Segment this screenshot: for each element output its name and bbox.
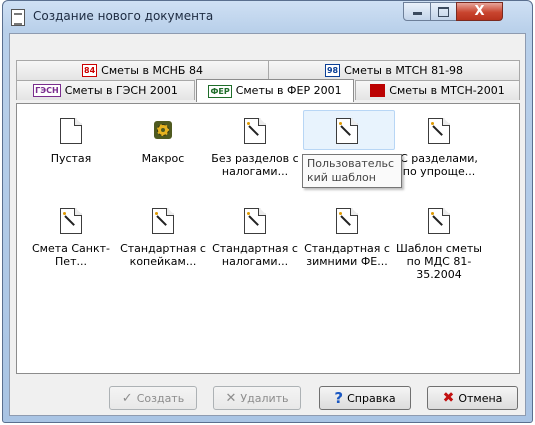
tab-label: Сметы в МТСН 81-98 bbox=[344, 63, 464, 77]
mtsn-98-icon: 98 bbox=[324, 64, 341, 77]
template-wizard-icon bbox=[244, 208, 266, 234]
template-item-standard-taxes[interactable]: Стандартная с налогами... bbox=[209, 208, 301, 268]
tab-mtsn-81-98[interactable]: 98 Сметы в МТСН 81-98 bbox=[268, 60, 520, 80]
template-label: Стандартная с зимними ФЕ... bbox=[304, 242, 390, 268]
template-item-spb[interactable]: Смета Санкт-Пет... bbox=[25, 208, 117, 268]
template-item-user-template[interactable] bbox=[301, 110, 395, 150]
template-label: Пустая bbox=[50, 152, 92, 165]
tab-gesn-2001[interactable]: ГЭСН Сметы в ГЭСН 2001 bbox=[16, 80, 195, 100]
template-wizard-icon bbox=[152, 208, 174, 234]
template-wizard-icon bbox=[60, 208, 82, 234]
minimize-icon bbox=[412, 12, 422, 15]
template-label: Макрос bbox=[141, 152, 185, 165]
template-label: С разделами, по упроще... bbox=[400, 152, 478, 178]
tab-label: Сметы в МТСН-2001 bbox=[389, 83, 505, 97]
app-document-icon bbox=[11, 9, 25, 26]
delete-x-icon: ✕ bbox=[225, 390, 237, 406]
dialog-body: 84 Сметы в МСНБ 84 98 Сметы в МТСН 81-98… bbox=[9, 33, 526, 416]
new-document-dialog: Создание нового документа X 84 Сметы в М… bbox=[2, 0, 533, 423]
template-item-blank[interactable]: Пустая bbox=[25, 118, 117, 165]
checkmark-icon: ✓ bbox=[121, 390, 133, 406]
tab-mtsn-2001[interactable]: Сметы в МТСН-2001 bbox=[355, 80, 520, 100]
template-list: Пустая Макрос Без разделов с налогами...… bbox=[16, 103, 520, 374]
tab-msnb-84[interactable]: 84 Сметы в МСНБ 84 bbox=[16, 60, 269, 80]
cancel-x-icon: ✖ bbox=[442, 390, 455, 406]
close-icon: X bbox=[474, 4, 485, 19]
minimize-button[interactable] bbox=[403, 2, 431, 21]
cancel-button[interactable]: ✖ Отмена bbox=[427, 386, 518, 410]
template-wizard-icon bbox=[428, 118, 450, 144]
macro-gear-icon bbox=[152, 118, 174, 144]
tab-label: Сметы в ФЕР 2001 bbox=[235, 84, 342, 97]
create-button[interactable]: ✓ Создать bbox=[109, 386, 197, 410]
tab-label: Сметы в МСНБ 84 bbox=[101, 63, 203, 77]
delete-button-label: Удалить bbox=[240, 391, 289, 405]
cancel-button-label: Отмена bbox=[458, 391, 503, 405]
window-title: Создание нового документа bbox=[33, 9, 214, 23]
help-button-label: Справка bbox=[347, 391, 396, 405]
template-label: Стандартная с налогами... bbox=[212, 242, 298, 268]
msnb-84-icon: 84 bbox=[82, 64, 98, 77]
template-wizard-icon bbox=[303, 110, 395, 150]
tooltip: Пользовательский шаблон bbox=[302, 154, 402, 188]
template-wizard-icon bbox=[428, 208, 450, 234]
maximize-button[interactable] bbox=[430, 2, 457, 21]
template-wizard-icon bbox=[336, 208, 358, 234]
template-item-sections-simplified[interactable]: С разделами, по упроще... bbox=[393, 118, 485, 178]
template-item-no-sections-taxes[interactable]: Без разделов с налогами... bbox=[209, 118, 301, 178]
tab-label: Сметы в ГЭСН 2001 bbox=[64, 83, 178, 97]
gesn-icon: ГЭСН bbox=[33, 84, 61, 97]
mtsn-2001-icon bbox=[370, 84, 386, 97]
title-bar[interactable]: Создание нового документа X bbox=[3, 1, 532, 33]
template-item-standard-kopecks[interactable]: Стандартная с копейкам... bbox=[117, 208, 209, 268]
template-wizard-icon bbox=[244, 118, 266, 144]
close-button[interactable]: X bbox=[456, 2, 503, 21]
help-button[interactable]: ? Справка bbox=[319, 386, 411, 410]
template-label: Смета Санкт-Пет... bbox=[31, 242, 111, 268]
delete-button[interactable]: ✕ Удалить bbox=[213, 386, 301, 410]
template-item-macro[interactable]: Макрос bbox=[117, 118, 209, 165]
help-question-icon: ? bbox=[334, 389, 344, 407]
fer-icon: ФЕР bbox=[208, 84, 232, 98]
template-item-mds-81-35[interactable]: Шаблон сметы по МДС 81-35.2004 bbox=[393, 208, 485, 281]
template-label: Шаблон сметы по МДС 81-35.2004 bbox=[396, 242, 482, 281]
template-label: Без разделов с налогами... bbox=[211, 152, 299, 178]
create-button-label: Создать bbox=[136, 391, 185, 405]
template-label: Стандартная с копейкам... bbox=[120, 242, 206, 268]
tab-fer-2001[interactable]: ФЕР Сметы в ФЕР 2001 bbox=[196, 79, 354, 102]
blank-doc-icon bbox=[60, 118, 82, 144]
template-item-standard-winter[interactable]: Стандартная с зимними ФЕ... bbox=[301, 208, 393, 268]
maximize-icon bbox=[438, 7, 449, 17]
